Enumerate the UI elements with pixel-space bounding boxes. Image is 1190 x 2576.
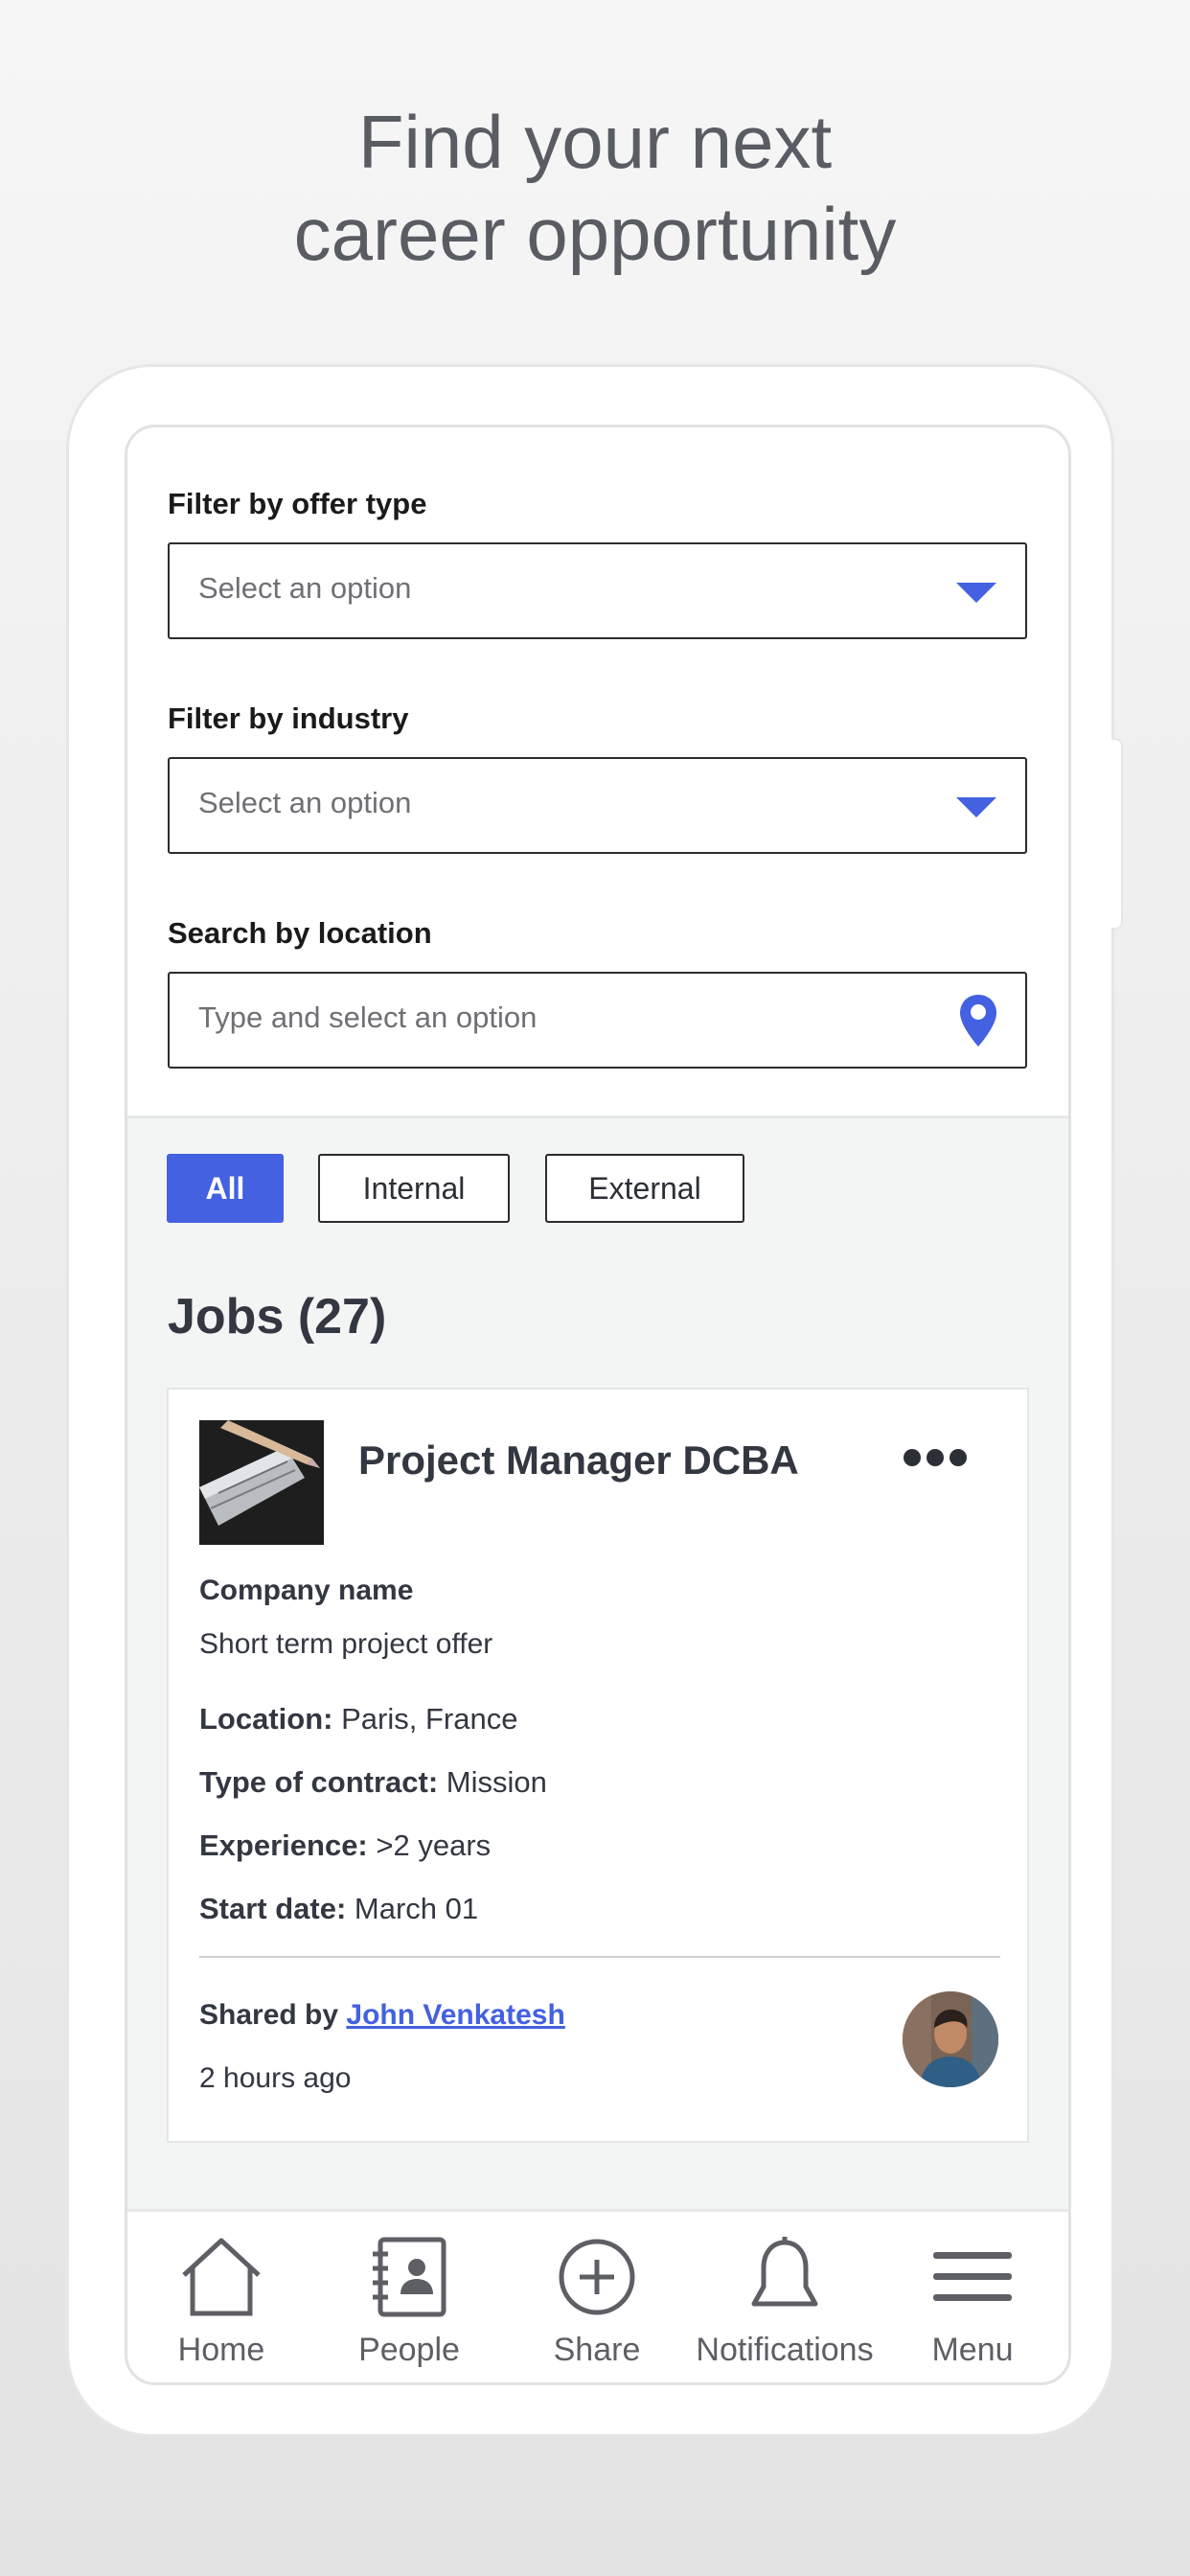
- chip-external[interactable]: External: [545, 1154, 744, 1223]
- tab-share-label: Share: [553, 2332, 641, 2368]
- contract-key: Type of contract:: [199, 1765, 446, 1799]
- user-avatar-image: [903, 1991, 998, 2087]
- shared-by-label: Shared by: [199, 1999, 347, 2031]
- location-label: Search by location: [168, 916, 432, 950]
- location-key: Location:: [199, 1702, 342, 1736]
- phone-side-button: [1111, 740, 1121, 928]
- tab-share[interactable]: Share: [503, 2212, 691, 2382]
- shared-time: 2 hours ago: [199, 2062, 352, 2094]
- location-input[interactable]: Type and select an option: [168, 972, 1027, 1069]
- plus-circle-icon: [559, 2239, 635, 2315]
- offer-type-select[interactable]: Select an option: [168, 542, 1027, 639]
- bottom-tab-bar: Home People Share Notifications Menu: [127, 2209, 1068, 2382]
- avatar[interactable]: [903, 1991, 998, 2087]
- experience-value: >2 years: [376, 1828, 492, 1862]
- tab-menu-label: Menu: [931, 2332, 1014, 2368]
- industry-label: Filter by industry: [168, 702, 409, 735]
- ruler-pencil-image: [199, 1420, 324, 1545]
- location-placeholder: Type and select an option: [198, 1000, 538, 1034]
- tab-people[interactable]: People: [315, 2212, 503, 2382]
- home-icon: [182, 2238, 261, 2316]
- tab-home-label: Home: [177, 2332, 265, 2368]
- job-start-date: Start date: March 01: [199, 1892, 478, 1926]
- shared-by-link[interactable]: John Venkatesh: [346, 1999, 564, 2031]
- map-pin-icon: [960, 995, 996, 1046]
- jobs-count-heading: Jobs (27): [168, 1289, 387, 1345]
- page-headline: Find your next career opportunity: [0, 96, 1190, 280]
- offer-type-placeholder: Select an option: [198, 571, 412, 605]
- app-screen: Filter by offer type Select an option Fi…: [125, 425, 1071, 2385]
- job-location: Location: Paris, France: [199, 1702, 517, 1736]
- bell-icon: [751, 2237, 818, 2307]
- job-card[interactable]: Project Manager DCBA Company name Short …: [167, 1388, 1029, 2143]
- industry-select[interactable]: Select an option: [168, 757, 1027, 854]
- job-thumbnail: [199, 1420, 324, 1545]
- job-experience: Experience: >2 years: [199, 1828, 491, 1863]
- shared-by: Shared by John Venkatesh: [199, 1999, 565, 2032]
- dropdown-caret-icon: [956, 583, 996, 603]
- more-options-icon[interactable]: [902, 1447, 969, 1468]
- tab-notifications[interactable]: Notifications: [691, 2212, 879, 2382]
- company-name: Company name: [199, 1575, 414, 1606]
- card-divider: [199, 1956, 1000, 1958]
- job-description: Short term project offer: [199, 1628, 493, 1660]
- contacts-book-icon: [373, 2237, 446, 2317]
- chip-all[interactable]: All: [167, 1154, 284, 1223]
- offer-type-label: Filter by offer type: [168, 487, 427, 520]
- hamburger-menu-icon: [933, 2252, 1012, 2301]
- tab-home[interactable]: Home: [127, 2212, 315, 2382]
- tab-menu[interactable]: Menu: [879, 2212, 1066, 2382]
- tab-people-label: People: [358, 2332, 460, 2368]
- industry-placeholder: Select an option: [198, 786, 412, 819]
- filter-panel: Filter by offer type Select an option Fi…: [127, 427, 1068, 1118]
- contract-value: Mission: [446, 1765, 547, 1799]
- chip-internal[interactable]: Internal: [318, 1154, 510, 1223]
- dropdown-caret-icon: [956, 797, 996, 817]
- start-date-key: Start date:: [199, 1892, 355, 1925]
- experience-key: Experience:: [199, 1828, 377, 1862]
- job-title[interactable]: Project Manager DCBA: [358, 1438, 799, 1484]
- job-contract: Type of contract: Mission: [199, 1765, 547, 1800]
- headline-line-2: career opportunity: [293, 192, 897, 276]
- tab-notifications-label: Notifications: [696, 2332, 874, 2368]
- location-value: Paris, France: [341, 1702, 518, 1736]
- start-date-value: March 01: [354, 1892, 479, 1925]
- headline-line-1: Find your next: [357, 100, 833, 184]
